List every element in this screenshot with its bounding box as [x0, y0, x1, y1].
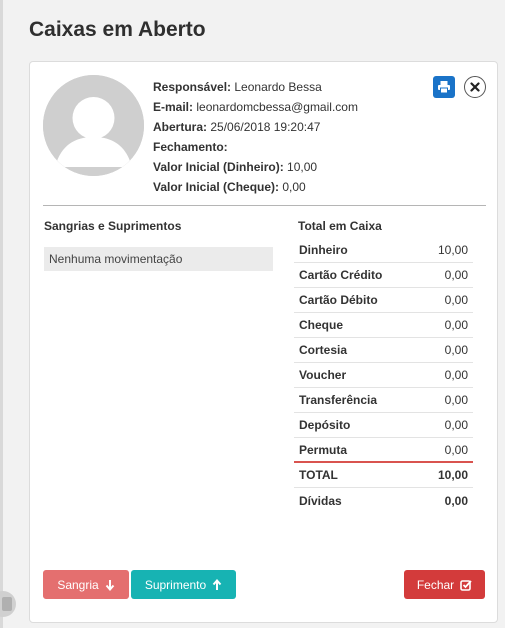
email-label: E-mail:: [153, 100, 194, 114]
totals-row-value: 0,00: [444, 368, 468, 382]
totals-row-deposito: Depósito 0,00: [294, 413, 473, 438]
totals-row-value: 10,00: [437, 243, 468, 257]
totals-row-label: Cortesia: [299, 343, 348, 357]
print-icon: [438, 81, 450, 94]
totals-row-voucher: Voucher 0,00: [294, 363, 473, 388]
side-tab-handle[interactable]: [0, 591, 16, 617]
fechamento-row: Fechamento:: [153, 137, 358, 157]
totals-row-dinheiro: Dinheiro 10,00: [294, 238, 473, 263]
valor-inicial-dinheiro-row: Valor Inicial (Dinheiro): 10,00: [153, 157, 358, 177]
totals-row-value: 0,00: [444, 418, 468, 432]
close-button[interactable]: [464, 76, 486, 98]
totals-row-transferencia: Transferência 0,00: [294, 388, 473, 413]
total-label: TOTAL: [299, 468, 338, 482]
print-button[interactable]: [433, 76, 455, 98]
sangrias-empty: Nenhuma movimentação: [44, 247, 273, 271]
valor-inicial-dinheiro-label: Valor Inicial (Dinheiro):: [153, 160, 284, 174]
email-value: leonardomcbessa@gmail.com: [196, 100, 358, 114]
abertura-value: 25/06/2018 19:20:47: [210, 120, 321, 134]
caixa-card: Responsável: Leonardo Bessa E-mail: leon…: [29, 61, 498, 623]
valor-inicial-cheque-row: Valor Inicial (Cheque): 0,00: [153, 177, 358, 197]
abertura-row: Abertura: 25/06/2018 19:20:47: [153, 117, 358, 137]
totals-row-value: 0,00: [444, 393, 468, 407]
totals-row-value: 0,00: [444, 318, 468, 332]
totals-row-value: 0,00: [444, 343, 468, 357]
sangria-button-label: Sangria: [57, 577, 99, 592]
suprimento-button[interactable]: Suprimento: [131, 570, 236, 599]
totals-row-label: Permuta: [299, 442, 348, 457]
dividas-label: Dívidas: [299, 493, 342, 508]
totals-row-cheque: Cheque 0,00: [294, 313, 473, 338]
totals-row-label: Cartão Crédito: [299, 268, 383, 282]
totals-row-label: Transferência: [299, 393, 378, 407]
responsavel-row: Responsável: Leonardo Bessa: [153, 77, 358, 97]
caixa-info: Responsável: Leonardo Bessa E-mail: leon…: [153, 77, 358, 197]
totals-row-value: 0,00: [444, 442, 468, 457]
valor-inicial-dinheiro-value: 10,00: [287, 160, 318, 174]
totals-row-label: Cartão Débito: [299, 293, 378, 307]
sangrias-title: Sangrias e Suprimentos: [44, 219, 182, 233]
totals-row-total: TOTAL 10,00: [294, 463, 473, 488]
valor-inicial-cheque-label: Valor Inicial (Cheque):: [153, 180, 280, 194]
dividas-value: 0,00: [444, 493, 468, 508]
totals-row-label: Dinheiro: [299, 243, 348, 257]
fechamento-label: Fechamento:: [153, 140, 228, 154]
fechar-button-label: Fechar: [416, 577, 455, 592]
total-caixa-title: Total em Caixa: [298, 219, 382, 233]
totals-table: Dinheiro 10,00 Cartão Crédito 0,00 Cartã…: [294, 238, 473, 513]
totals-row-label: Cheque: [299, 318, 344, 332]
totals-row-label: Depósito: [299, 418, 351, 432]
divider: [43, 205, 486, 206]
arrow-down-icon: [105, 579, 114, 591]
totals-row-dividas: Dívidas 0,00: [294, 488, 473, 513]
totals-row-cartao-debito: Cartão Débito 0,00: [294, 288, 473, 313]
close-icon: [470, 82, 480, 92]
arrow-up-icon: [212, 578, 222, 590]
email-row: E-mail: leonardomcbessa@gmail.com: [153, 97, 358, 117]
responsavel-label: Responsável:: [153, 80, 232, 94]
totals-row-value: 0,00: [444, 293, 468, 307]
check-square-icon: [460, 579, 472, 591]
abertura-label: Abertura:: [153, 120, 208, 134]
page-title: Caixas em Aberto: [29, 18, 206, 41]
sangria-button[interactable]: Sangria: [43, 570, 129, 599]
left-edge-bar: [0, 0, 3, 628]
totals-row-permuta: Permuta 0,00: [294, 438, 473, 463]
totals-row-value: 0,00: [444, 268, 468, 282]
fechar-button[interactable]: Fechar: [404, 570, 485, 599]
total-value: 10,00: [437, 468, 468, 482]
side-tab-icon: [2, 597, 12, 611]
responsavel-value: Leonardo Bessa: [234, 80, 322, 94]
user-avatar-icon: [43, 75, 144, 176]
totals-row-cartao-credito: Cartão Crédito 0,00: [294, 263, 473, 288]
totals-row-cortesia: Cortesia 0,00: [294, 338, 473, 363]
totals-row-label: Voucher: [299, 368, 347, 382]
valor-inicial-cheque-value: 0,00: [282, 180, 306, 194]
suprimento-button-label: Suprimento: [144, 577, 207, 592]
